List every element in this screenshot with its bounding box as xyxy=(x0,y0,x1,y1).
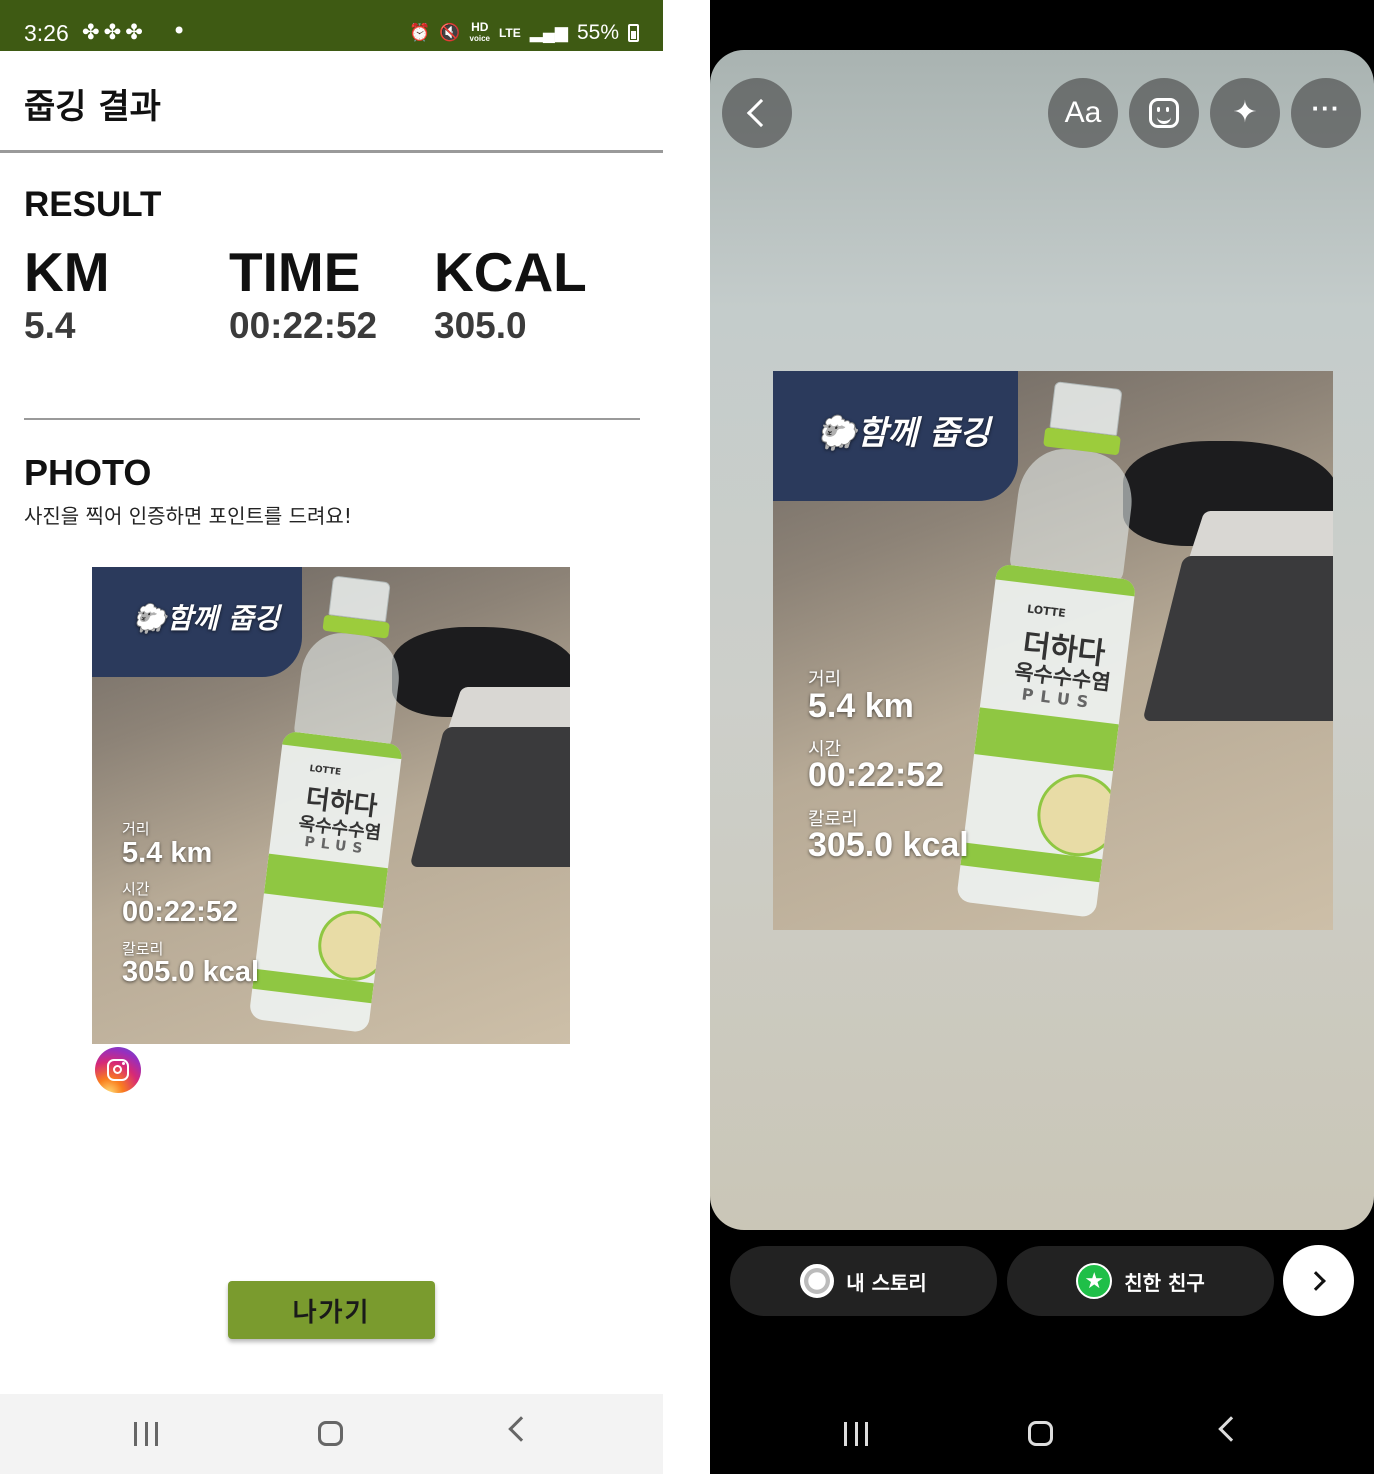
bottle-band xyxy=(263,853,388,908)
result-heading: RESULT xyxy=(24,185,162,224)
bottle-body: LOTTE 더하다 옥수수수염 PLUS xyxy=(248,730,404,1034)
status-bar: 3:26 ✤✤✤ • ⏰ 🔇 HD voice LTE ▂▄▆ 55% xyxy=(0,0,663,51)
bottle-neck xyxy=(328,575,391,623)
home-button[interactable] xyxy=(1028,1421,1053,1446)
story-photo[interactable]: LOTTE 더하다 옥수수수염 PLUS 🐑함께 줍깅 거리 5.4 km 시간… xyxy=(773,371,1333,930)
signal-icon: ▂▄▆ xyxy=(529,23,568,42)
bottle-band xyxy=(974,707,1119,772)
mascot-icon: 🐑 xyxy=(816,413,858,452)
battery-percent: 55% xyxy=(576,21,619,44)
overlay-time-value: 00:22:52 xyxy=(122,896,239,928)
back-button[interactable] xyxy=(508,1416,534,1442)
app-bar: 줍깅 결과 xyxy=(0,51,663,153)
hd-voice-icon: HD voice xyxy=(469,20,490,43)
recent-apps-button[interactable] xyxy=(844,1422,868,1446)
stat-label: KCAL xyxy=(434,241,587,303)
label-circle xyxy=(1032,769,1125,861)
label-circle xyxy=(314,906,393,985)
brand-mark: LOTTE xyxy=(308,764,342,778)
background-tablet xyxy=(409,727,570,867)
back-button[interactable] xyxy=(722,78,792,148)
overlay-calorie-value: 305.0 kcal xyxy=(122,956,260,988)
next-button[interactable] xyxy=(1283,1245,1354,1316)
story-avatar-icon xyxy=(800,1264,835,1298)
lte-icon: LTE xyxy=(498,26,521,40)
recent-apps-button[interactable] xyxy=(134,1422,158,1446)
alarm-icon: ⏰ xyxy=(409,23,431,42)
battery-icon xyxy=(628,24,639,42)
overlay-distance-value: 5.4 km xyxy=(808,687,914,725)
stat-value: 5.4 xyxy=(24,305,76,346)
chevron-right-icon xyxy=(1306,1270,1326,1291)
system-nav-bar xyxy=(710,1394,1374,1474)
stat-label: KM xyxy=(24,241,110,303)
clover-icon: ✤ xyxy=(82,20,104,44)
section-divider xyxy=(24,418,640,420)
stat-value: 00:22:52 xyxy=(229,305,378,346)
mute-icon: 🔇 xyxy=(439,23,461,42)
instagram-story-editor: Aa ✦ ··· LOTTE 더하다 옥수수수염 PLUS 🐑함께 줍깅 거리 … xyxy=(710,0,1374,1474)
story-canvas: Aa ✦ ··· LOTTE 더하다 옥수수수염 PLUS 🐑함께 줍깅 거리 … xyxy=(710,50,1374,1230)
overlay-title: 🐑함께 줍깅 xyxy=(816,413,991,452)
background-tablet xyxy=(1142,556,1333,721)
stat-kcal: KCAL 305.0 xyxy=(434,242,587,347)
clover-icon: ✤ xyxy=(103,20,126,44)
notification-icons: ✤✤✤ xyxy=(82,20,147,44)
sticker-icon xyxy=(1149,98,1179,128)
brand-mark: LOTTE xyxy=(1026,602,1067,621)
star-icon: ★ xyxy=(1076,1263,1113,1299)
my-story-label: 내 스토리 xyxy=(846,1270,927,1295)
close-friends-label: 친한 친구 xyxy=(1124,1270,1205,1295)
text-tool-button[interactable]: Aa xyxy=(1048,78,1118,148)
jubging-result-screen: 3:26 ✤✤✤ • ⏰ 🔇 HD voice LTE ▂▄▆ 55% 줍깅 결과… xyxy=(0,0,663,1474)
overlay-calorie-value: 305.0 kcal xyxy=(808,826,969,864)
instagram-icon xyxy=(107,1059,129,1081)
photo-subtitle: 사진을 찍어 인증하면 포인트를 드려요! xyxy=(24,504,352,528)
page-title: 줍깅 결과 xyxy=(24,87,161,127)
jubging-photo: LOTTE 더하다 옥수수수염 PLUS 🐑함께 줍깅 거리 5.4 km 시간… xyxy=(92,567,570,1044)
sticker-button[interactable] xyxy=(1129,78,1199,148)
clover-icon: ✤ xyxy=(125,20,147,44)
stat-km: KM 5.4 xyxy=(24,242,110,347)
effects-button[interactable]: ✦ xyxy=(1210,78,1280,148)
system-nav-bar xyxy=(0,1394,663,1474)
instagram-share-button[interactable] xyxy=(95,1047,141,1093)
stat-label: TIME xyxy=(229,241,361,303)
chevron-left-icon xyxy=(746,98,776,128)
mascot-icon: 🐑 xyxy=(132,602,167,635)
my-story-button[interactable]: 내 스토리 xyxy=(730,1246,997,1316)
bottle-shoulder xyxy=(293,628,404,750)
more-options-button[interactable]: ··· xyxy=(1291,78,1361,148)
close-friends-button[interactable]: ★ 친한 친구 xyxy=(1007,1246,1274,1316)
stat-value: 305.0 xyxy=(434,305,527,346)
back-button[interactable] xyxy=(1218,1416,1244,1442)
overlay-distance-value: 5.4 km xyxy=(122,837,213,869)
exit-button[interactable]: 나가기 xyxy=(228,1281,435,1339)
home-button[interactable] xyxy=(318,1421,343,1446)
overlay-distance-label: 거리 xyxy=(122,820,150,838)
stat-time: TIME 00:22:52 xyxy=(229,242,377,347)
more-icon: ··· xyxy=(1311,92,1341,123)
status-right-icons: ⏰ 🔇 HD voice LTE ▂▄▆ 55% xyxy=(409,21,639,45)
overlay-time-value: 00:22:52 xyxy=(808,756,945,794)
status-time: 3:26 xyxy=(24,20,69,46)
bottle-body: LOTTE 더하다 옥수수수염 PLUS xyxy=(956,563,1137,918)
overlay-title: 🐑함께 줍깅 xyxy=(132,602,280,635)
sparkle-icon: ✦ xyxy=(1232,96,1258,129)
bottle-shoulder xyxy=(1008,443,1138,585)
text-icon: Aa xyxy=(1064,96,1102,129)
bottle-neck xyxy=(1049,381,1123,437)
photo-heading: PHOTO xyxy=(24,452,152,493)
more-notifications-dot: • xyxy=(172,17,187,45)
